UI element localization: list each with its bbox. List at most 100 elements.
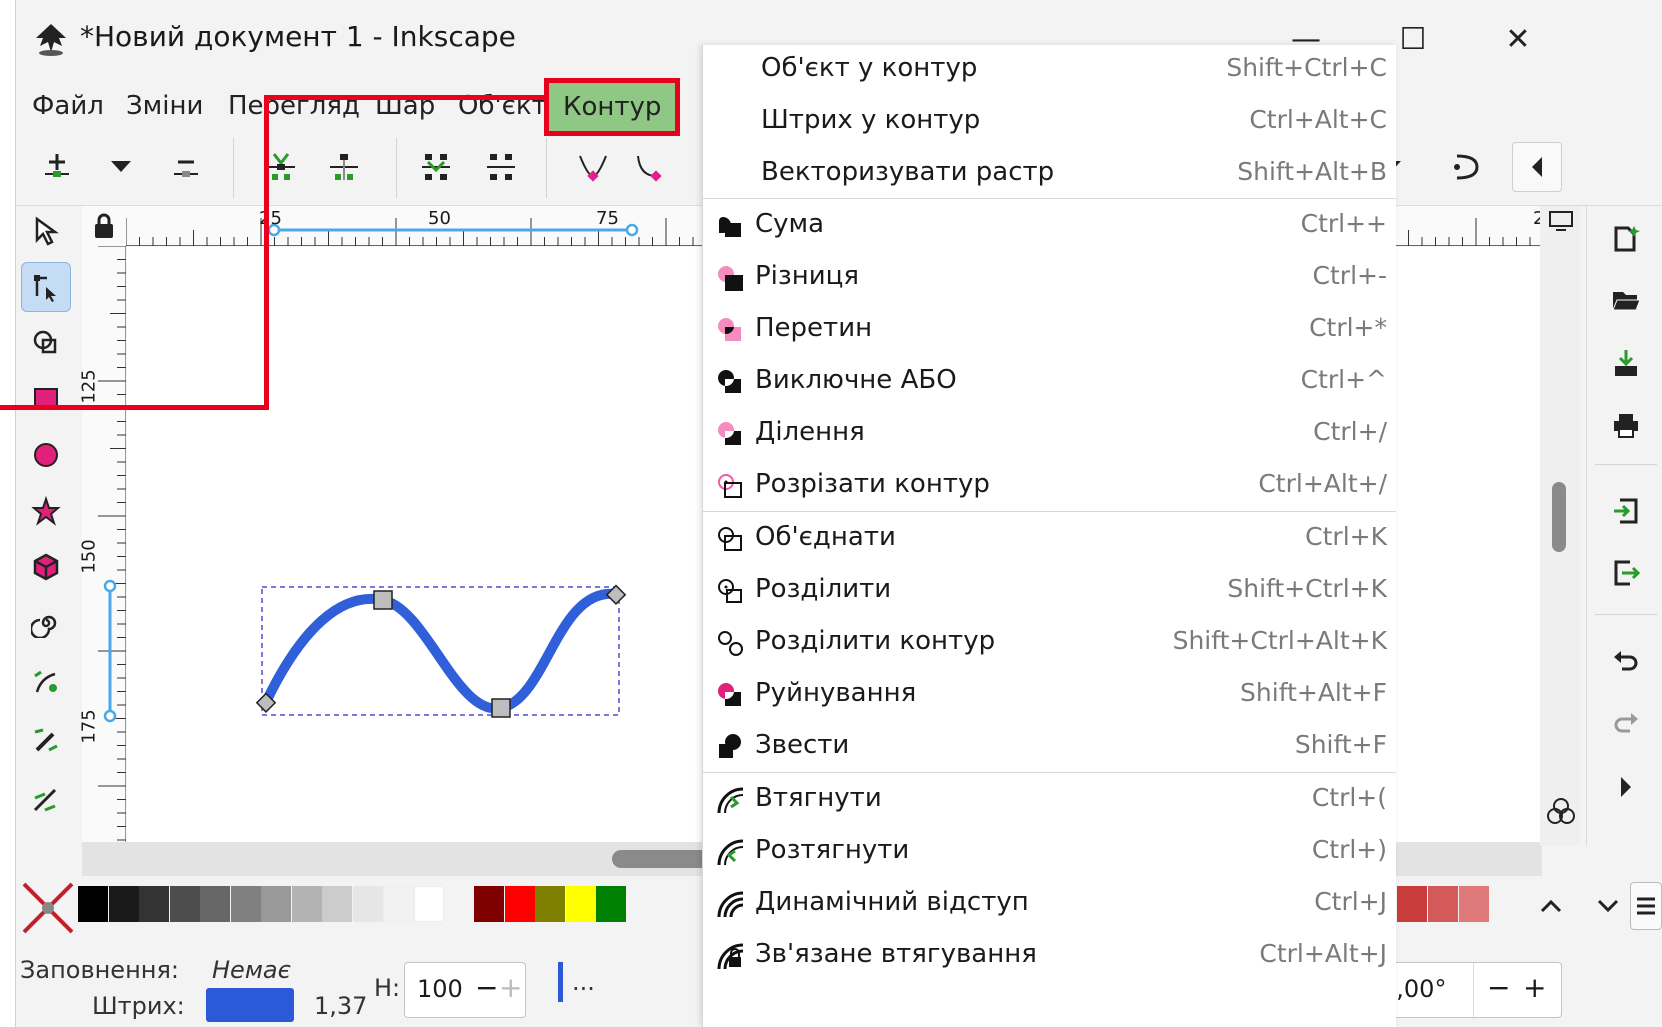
pen-tool[interactable] [21, 716, 71, 766]
palette-swatch[interactable] [1397, 886, 1427, 922]
palette-swatch[interactable] [322, 886, 352, 922]
palette-swatch[interactable] [535, 886, 565, 922]
path-effects-button[interactable] [1441, 142, 1491, 192]
path-menu-item-12[interactable]: Розділити контур Shift+Ctrl+Alt+K [703, 618, 1396, 670]
import-button[interactable] [1601, 486, 1651, 536]
rectangle-tool[interactable] [21, 374, 71, 424]
path-menu-item-17[interactable]: Динамічний відступ Ctrl+J [703, 879, 1396, 931]
redo-button[interactable] [1601, 698, 1651, 748]
display-mode-button[interactable] [1546, 206, 1576, 236]
node-tool[interactable] [21, 262, 71, 312]
palette-swatch[interactable] [200, 886, 230, 922]
stroke-color-swatch[interactable] [206, 988, 294, 1022]
rotation-increase-button[interactable]: + [1523, 971, 1546, 1004]
path-node[interactable] [491, 698, 511, 718]
palette-swatch[interactable] [383, 886, 413, 922]
star-tool[interactable] [21, 486, 71, 536]
insert-node-button[interactable] [32, 142, 82, 192]
path-menu-item-1[interactable]: Об'єкт у контур Shift+Ctrl+C [703, 45, 1396, 97]
menu-view[interactable]: Перегляд [226, 86, 362, 126]
break-path-button[interactable] [319, 142, 369, 192]
pencil-tool[interactable] [21, 658, 71, 708]
path-menu-item-10[interactable]: Об'єднати Ctrl+K [703, 514, 1396, 566]
palette-menu-button[interactable] [1630, 882, 1662, 930]
palette-swatch[interactable] [261, 886, 291, 922]
path-menu-item-9[interactable]: Розрізати контур Ctrl+Alt+/ [703, 461, 1396, 513]
path-menu-item-label: Об'єкт у контур [761, 53, 978, 83]
path-menu-item-13[interactable]: Руйнування Shift+Alt+F [703, 670, 1396, 722]
path-menu-item-shortcut: Shift+Alt+B [1237, 157, 1387, 186]
path-menu-item-6[interactable]: Перетин Ctrl+* [703, 305, 1396, 357]
menu-layer[interactable]: Шар [373, 86, 437, 126]
opacity-decrease-button[interactable]: − [475, 971, 498, 1004]
palette-swatch[interactable] [1459, 886, 1489, 922]
palette-swatch[interactable] [596, 886, 626, 922]
make-cusp-button[interactable] [568, 142, 618, 192]
path-menu-item-3[interactable]: Векторизувати растр Shift+Alt+B [703, 149, 1396, 201]
menu-file[interactable]: Файл [30, 86, 106, 126]
palette-swatch[interactable] [78, 886, 108, 922]
print-button[interactable] [1601, 400, 1651, 450]
menu-object[interactable]: Об'єкт [456, 86, 549, 126]
calligraphy-tool[interactable] [21, 774, 71, 824]
rotation-decrease-button[interactable]: − [1487, 971, 1510, 1004]
path-menu-item-5[interactable]: Різниця Ctrl+- [703, 253, 1396, 305]
path-menu-item-11[interactable]: Розділити Shift+Ctrl+K [703, 566, 1396, 618]
join-segment-button[interactable] [411, 142, 461, 192]
undo-button[interactable] [1601, 636, 1651, 686]
palette-swatch[interactable] [413, 886, 444, 922]
no-paint-swatch[interactable] [20, 880, 76, 936]
palette-swatch[interactable] [169, 886, 200, 922]
toggle-toolbar-button[interactable] [1512, 142, 1562, 192]
path-menu-item-18[interactable]: Зв'язане втягування Ctrl+Alt+J [703, 931, 1396, 983]
palette-swatch[interactable] [1428, 886, 1458, 922]
path-menu-item-7[interactable]: Виключне АБО Ctrl+^ [703, 357, 1396, 409]
new-document-button[interactable] [1601, 214, 1651, 264]
stroke-width-value[interactable]: 1,37 [314, 992, 367, 1020]
palette-swatch[interactable] [230, 886, 261, 922]
palette-swatch[interactable] [504, 886, 535, 922]
vertical-scroll-thumb[interactable] [1552, 482, 1566, 552]
menu-edit[interactable]: Зміни [124, 86, 205, 126]
export-button[interactable] [1601, 548, 1651, 598]
palette-swatch[interactable] [139, 886, 169, 922]
path-node[interactable] [373, 590, 393, 610]
path-menu-item-8[interactable]: Ділення Ctrl+/ [703, 409, 1396, 461]
opacity-value[interactable]: 100 [417, 975, 463, 1003]
color-management-button[interactable] [1544, 794, 1578, 828]
guide-lock-button[interactable] [82, 206, 126, 246]
path-menu-item-14[interactable]: Звести Shift+F [703, 722, 1396, 774]
palette-swatch[interactable] [565, 886, 596, 922]
layer-selector[interactable]: ... [572, 968, 595, 996]
palette-swatch[interactable] [291, 886, 322, 922]
path-node[interactable] [605, 584, 627, 605]
palette-swatch[interactable] [474, 886, 504, 922]
path-menu-item-4[interactable]: Сума Ctrl++ [703, 201, 1396, 253]
make-smooth-button[interactable] [626, 142, 676, 192]
selector-tool[interactable] [21, 206, 71, 256]
ellipse-tool[interactable] [21, 430, 71, 480]
delete-node-button[interactable] [161, 142, 211, 192]
palette-swatch[interactable] [352, 886, 383, 922]
save-button[interactable] [1601, 338, 1651, 388]
path-menu-item-label: Перетин [755, 313, 873, 343]
spiral-tool[interactable] [21, 598, 71, 648]
wave-path[interactable] [261, 588, 621, 714]
delete-segment-button[interactable] [476, 142, 526, 192]
palette-scroll-up[interactable] [1531, 886, 1571, 926]
opacity-increase-button[interactable]: + [499, 971, 522, 1004]
palette-swatch[interactable] [108, 886, 139, 922]
path-menu-item-16[interactable]: Розтягнути Ctrl+) [703, 827, 1396, 879]
fill-value[interactable]: Немає [212, 956, 291, 984]
path-menu-item-2[interactable]: Штрих у контур Ctrl+Alt+C [703, 97, 1396, 149]
palette-scroll-down[interactable] [1588, 886, 1628, 926]
3d-box-tool[interactable] [21, 542, 71, 592]
more-commands-button[interactable] [1601, 762, 1651, 812]
insert-node-dropdown[interactable] [96, 142, 146, 192]
open-document-button[interactable] [1601, 276, 1651, 326]
path-menu-item-15[interactable]: Втягнути Ctrl+( [703, 775, 1396, 827]
vertical-scrollbar[interactable] [1540, 206, 1580, 846]
opacity-spinbox[interactable]: 100 − + [404, 962, 526, 1018]
shape-builder-tool[interactable] [21, 318, 71, 368]
close-button[interactable]: ✕ [1488, 14, 1548, 64]
